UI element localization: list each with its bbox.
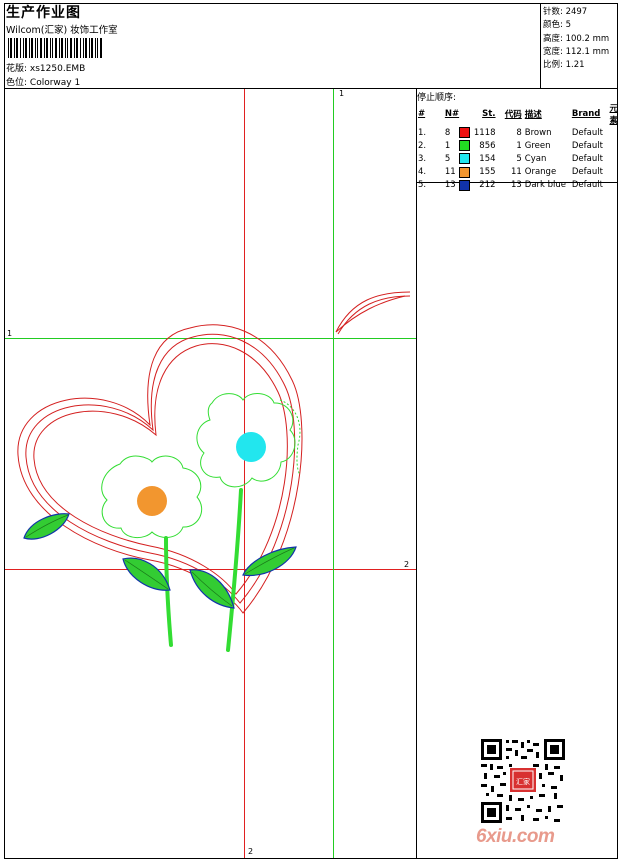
row-code: 1 [516, 140, 522, 151]
col-brand: Brand [571, 109, 601, 119]
design-file: xs1250.EMB [29, 64, 86, 74]
design-label: 花版: [6, 64, 28, 74]
row-brand: Default [571, 127, 603, 138]
color-swatch [459, 140, 471, 152]
row-index: 2. [418, 140, 427, 151]
row-stitches: 856 [479, 140, 496, 151]
guide-label-red-bottom: 2 [248, 847, 254, 856]
row-needle: 13 [444, 180, 456, 191]
watermark: 6xiu.com [476, 826, 555, 847]
table-row: 1. 8 1118 8 Brown Default [416, 126, 618, 139]
row-stitches: 1118 [473, 127, 496, 138]
row-element [609, 139, 618, 152]
row-index: 3. [418, 153, 427, 164]
row-code: 5 [516, 153, 522, 164]
row-code: 8 [516, 127, 522, 138]
table-row: 4. 11 155 11 Orange Default [416, 166, 618, 179]
row-description: Brown [524, 127, 552, 138]
guide-lines [5, 89, 416, 858]
design-stats: 针数: 2497 颜色: 5 高度: 100.2 mm 宽度: 112.1 mm… [543, 6, 609, 72]
guide-label-green-left: 1 [7, 329, 13, 338]
row-needle: 1 [444, 140, 451, 151]
row-index: 1. [418, 127, 427, 138]
colorway-name: Colorway 1 [29, 78, 81, 88]
row-stitches: 154 [479, 153, 496, 164]
guide-label-red-right: 2 [404, 560, 410, 569]
colorway-label: 色位: [6, 78, 28, 88]
row-element [609, 126, 618, 139]
row-index: 4. [418, 167, 427, 178]
col-description: 描述 [524, 110, 542, 120]
row-description: Orange [524, 167, 557, 178]
row-swatch [459, 152, 474, 165]
row-swatch [459, 166, 474, 179]
embroidery-design [17, 291, 411, 652]
col-element: 元素 [609, 104, 618, 126]
col-stitches: St. [482, 109, 496, 119]
design-info: 花版: xs1250.EMB [6, 61, 85, 74]
stat-colors: 颜色: 5 [543, 20, 571, 31]
guide-label-green-top: 1 [339, 89, 345, 98]
company-name: Wilcom(汇家) 妆饰工作室 [6, 25, 118, 36]
row-stitches: 212 [479, 180, 496, 191]
color-swatch [459, 153, 471, 165]
table-row: 5. 13 212 13 Dark blue Default [416, 179, 618, 192]
row-description: Dark blue [524, 180, 567, 191]
color-swatch [459, 166, 471, 178]
row-swatch [459, 126, 474, 139]
row-description: Green [524, 140, 551, 151]
stat-scale: 比例: 1.21 [543, 60, 585, 71]
qr-seal-text: 汇家 [516, 777, 530, 786]
stat-height: 高度: 100.2 mm [543, 33, 610, 44]
table-header-row: # N# St. 代码 描述 Brand 元素 [416, 102, 618, 126]
row-code: 13 [510, 180, 522, 191]
stat-width: 宽度: 112.1 mm [543, 46, 610, 57]
stop-sequence-table: # N# St. 代码 描述 Brand 元素 1. 8 1118 8 Brown Def… [416, 102, 618, 192]
col-code: 代码 [504, 110, 522, 120]
row-needle: 5 [444, 153, 451, 164]
row-code: 11 [510, 167, 522, 178]
color-swatch [459, 127, 471, 139]
worksheet: 汇家 生产作业图 Wilcom(汇家) 妆饰工作室 花版: xs1250.EMB… [0, 0, 620, 860]
row-needle: 11 [444, 167, 456, 178]
row-needle: 8 [444, 127, 451, 138]
colorway-info: 色位: Colorway 1 [6, 75, 80, 88]
row-description: Cyan [524, 153, 547, 164]
row-swatch [459, 139, 474, 152]
table-row: 3. 5 154 5 Cyan Default [416, 152, 618, 165]
row-element [609, 152, 618, 165]
row-index: 5. [418, 180, 427, 191]
table-row: 2. 1 856 1 Green Default [416, 139, 618, 152]
qr-code: 汇家 [480, 738, 566, 824]
color-swatch [459, 179, 471, 191]
row-brand: Default [571, 167, 603, 178]
row-stitches: 155 [479, 167, 496, 178]
barcode [8, 38, 102, 58]
col-needle: N# [444, 109, 460, 119]
row-brand: Default [571, 140, 603, 151]
stat-stitches: 针数: 2497 [543, 7, 588, 17]
row-brand: Default [571, 180, 603, 191]
col-index: # [418, 109, 426, 119]
row-element [609, 166, 618, 179]
row-swatch [459, 179, 474, 192]
row-element [609, 179, 618, 192]
row-brand: Default [571, 153, 603, 164]
page-title: 生产作业图 [6, 5, 81, 21]
